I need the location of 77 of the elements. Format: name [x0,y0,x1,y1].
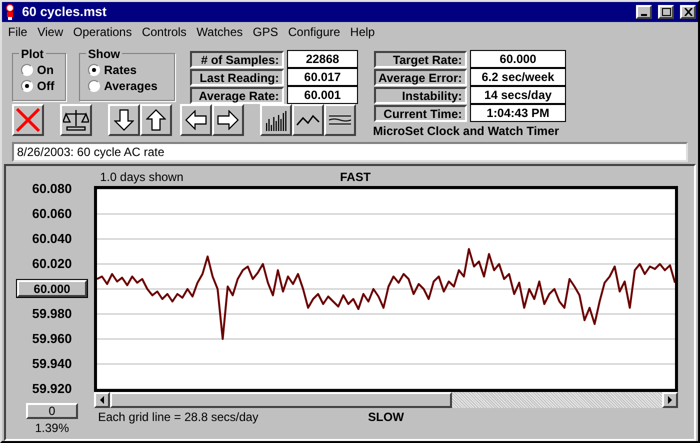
center-value-button[interactable]: 60.000 [17,280,87,297]
stat-value: 60.001 [287,86,358,104]
down-arrow-icon [114,108,134,132]
radio-label: On [37,62,54,79]
stat-label: Average Error: [374,68,467,86]
axis-label: 59.980 [32,305,72,323]
menu-item[interactable]: View [37,23,64,41]
fast-label: FAST [340,169,371,186]
left-button[interactable] [180,104,212,136]
scroll-left-button[interactable] [94,392,110,408]
stat-value: 1:04:43 PM [470,104,566,122]
axis-label: 60.080 [32,180,72,198]
maximize-button[interactable] [658,5,674,19]
radio-button[interactable] [21,64,33,76]
grid-note: Each grid line = 28.8 secs/day [98,409,260,426]
menu-item[interactable]: Watches [196,23,243,41]
cancel-button[interactable] [12,104,44,136]
right-button[interactable] [212,104,244,136]
stat-label: Target Rate: [374,50,467,68]
radio-button[interactable] [88,80,100,92]
stat-value: 60.017 [287,68,358,86]
balance-button[interactable] [60,104,92,136]
menu-item[interactable]: File [8,23,28,41]
close-button[interactable] [680,5,696,19]
axis-label: 60.040 [32,230,72,248]
balance-scale-icon [63,108,89,132]
down-button[interactable] [108,104,140,136]
menu-item[interactable]: Operations [73,23,132,41]
menu-item[interactable]: GPS [252,23,278,41]
slow-label: SLOW [368,409,404,426]
radio-button[interactable] [21,80,33,92]
line-button[interactable] [292,104,324,136]
radio-label: Rates [104,62,137,79]
stat-value: 60.000 [470,50,566,68]
menu-item[interactable]: Configure [288,23,340,41]
bar-chart-icon [264,109,288,131]
wavy-lines-icon [328,113,352,127]
axis-label: 59.960 [32,330,72,348]
axis-label: 60.020 [32,255,72,273]
zigzag-icon [296,113,320,127]
radio-label: Off [37,78,54,95]
menu-item[interactable]: Controls [142,23,187,41]
stat-label: # of Samples: [190,50,284,68]
right-triangle-icon [668,396,672,404]
description-field[interactable]: 8/26/2003: 60 cycle AC rate [12,142,688,162]
maximize-icon [662,8,670,16]
close-icon [684,8,692,16]
radio-button[interactable] [88,64,100,76]
left-triangle-icon [100,396,104,404]
percent-label: 1.39% [34,420,70,437]
left-arrow-icon [184,110,208,130]
axis-label: 59.920 [32,380,72,398]
bars-button[interactable] [260,104,292,136]
axis-label: 60.060 [32,205,72,223]
stat-value: 6.2 sec/week [470,68,566,86]
scroll-thumb[interactable] [110,392,452,408]
clock-man-icon [4,4,16,20]
up-button[interactable] [140,104,172,136]
days-shown-label: 1.0 days shown [100,169,184,186]
stat-label: Instability: [374,86,467,104]
stat-label: Average Rate: [190,86,284,104]
stat-value: 14 secs/day [470,86,566,104]
stat-label: Current Time: [374,104,467,122]
scroll-right-button[interactable] [662,392,678,408]
up-arrow-icon [146,108,166,132]
radio-label: Averages [104,78,158,95]
app-name: MicroSet Clock and Watch Timer [373,123,560,140]
x-icon [15,107,41,133]
axis-label: 59.940 [32,355,72,373]
minimize-button[interactable] [636,5,652,19]
window-title: 60 cycles.mst [22,3,108,22]
offset-button[interactable]: 0 [26,403,78,419]
stat-value: 22868 [287,50,358,68]
wave-button[interactable] [324,104,356,136]
stat-label: Last Reading: [190,68,284,86]
menu-item[interactable]: Help [350,23,375,41]
right-arrow-icon [216,110,240,130]
